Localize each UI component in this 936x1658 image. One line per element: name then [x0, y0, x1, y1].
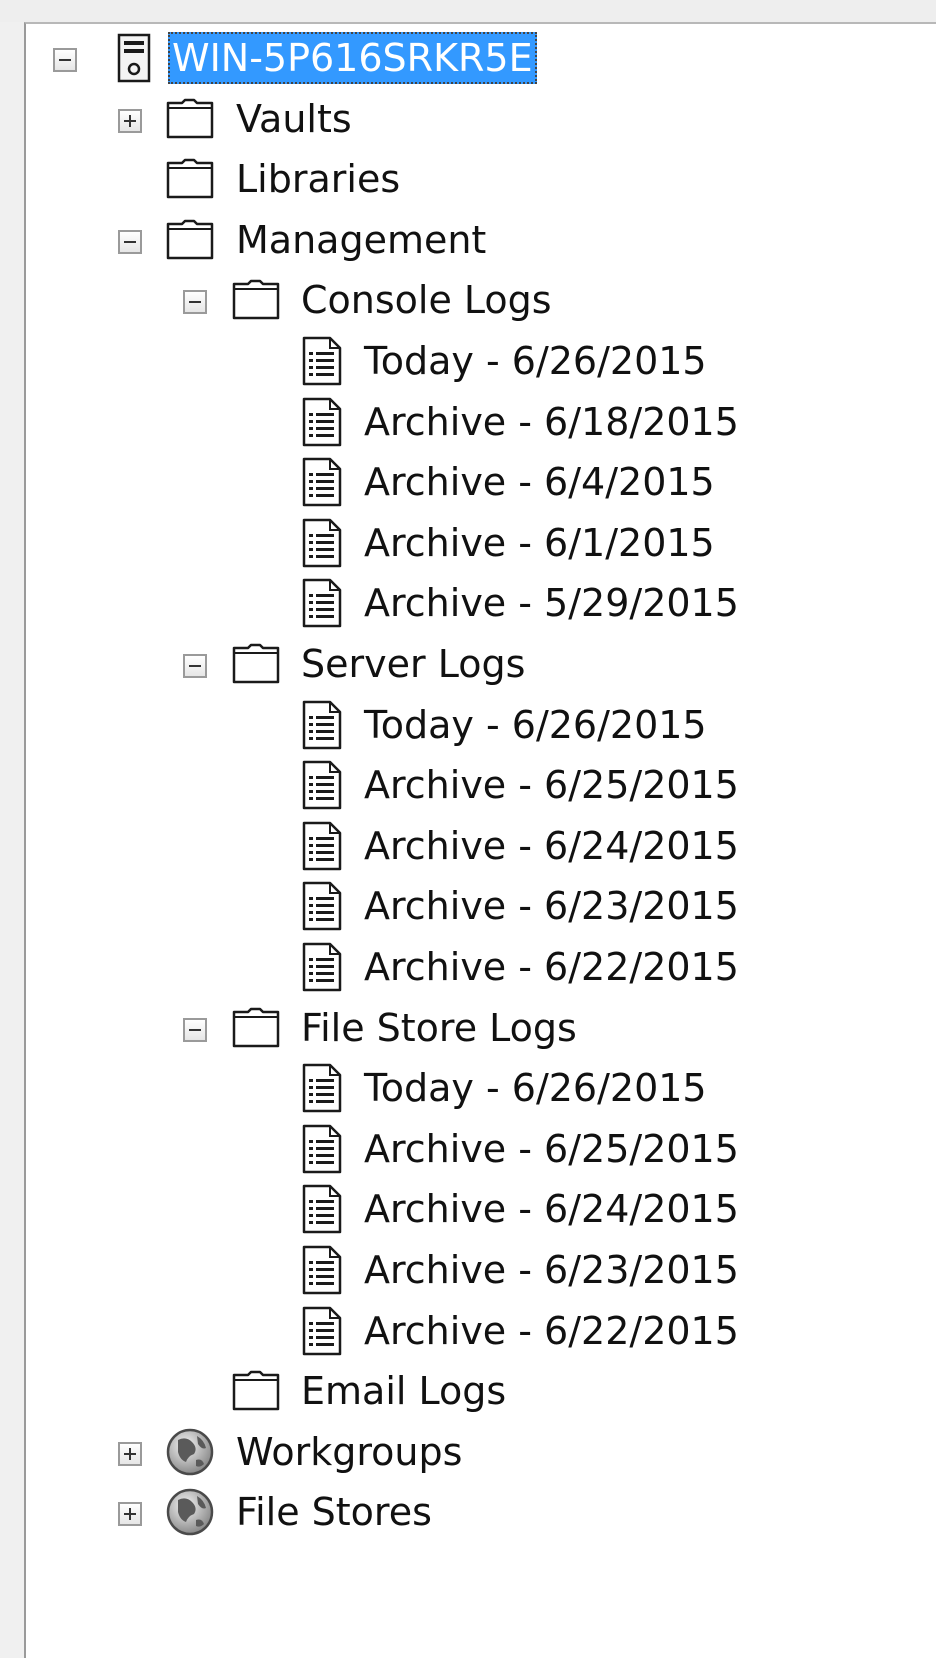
tree-item-log-file[interactable]: Archive - 6/22/2015 [0, 1301, 900, 1361]
log-file-icon [296, 880, 348, 932]
tree-item-log-file[interactable]: Today - 6/26/2015 [0, 695, 900, 755]
tree-item-log-file[interactable]: Archive - 6/23/2015 [0, 876, 900, 936]
collapse-icon[interactable] [183, 290, 207, 314]
expand-icon[interactable] [118, 109, 142, 133]
folder-icon [230, 274, 282, 326]
tree-item-label: Workgroups [236, 1430, 463, 1474]
tree-item-log-file[interactable]: Archive - 6/22/2015 [0, 937, 900, 997]
folder-icon [164, 214, 216, 266]
tree-item-label: File Stores [236, 1490, 432, 1534]
expand-icon[interactable] [118, 1502, 142, 1526]
tree-item-label: Today - 6/26/2015 [364, 339, 707, 383]
tree-item-log-file[interactable]: Today - 6/26/2015 [0, 331, 900, 391]
log-file-icon [296, 699, 348, 751]
log-file-icon [296, 820, 348, 872]
tree-item-label: Server Logs [301, 642, 526, 686]
tree-item-label: Libraries [236, 157, 401, 201]
globe-icon [164, 1486, 216, 1538]
tree-item-workgroups[interactable]: Workgroups [0, 1422, 900, 1482]
log-file-icon [296, 1123, 348, 1175]
tree-item-libraries[interactable]: Libraries [0, 149, 900, 209]
collapse-icon[interactable] [53, 48, 77, 72]
tree-item-label: Archive - 6/1/2015 [364, 521, 715, 565]
log-file-icon [296, 1244, 348, 1296]
collapse-icon[interactable] [183, 654, 207, 678]
tree-item-label: Today - 6/26/2015 [364, 1066, 707, 1110]
folder-icon [230, 1002, 282, 1054]
tree-item-log-file[interactable]: Archive - 6/25/2015 [0, 755, 900, 815]
log-file-icon [296, 335, 348, 387]
tree-item-label: Archive - 5/29/2015 [364, 581, 739, 625]
tree-item-label: WIN-5P616SRKR5E [168, 32, 537, 84]
tree-item-label: Archive - 6/25/2015 [364, 763, 739, 807]
tree-item-console-logs[interactable]: Console Logs [0, 270, 900, 330]
tree-item-server-logs[interactable]: Server Logs [0, 634, 900, 694]
tree-item-log-file[interactable]: Archive - 6/23/2015 [0, 1240, 900, 1300]
window-top-strip [0, 0, 936, 22]
log-file-icon [296, 759, 348, 811]
tree-item-vaults[interactable]: Vaults [0, 89, 900, 149]
tree-item-file-store-logs[interactable]: File Store Logs [0, 998, 900, 1058]
tree-item-label: Archive - 6/22/2015 [364, 945, 739, 989]
log-file-icon [296, 1062, 348, 1114]
folder-icon [164, 93, 216, 145]
tree-item-log-file[interactable]: Archive - 6/24/2015 [0, 816, 900, 876]
tree-item-label: Archive - 6/24/2015 [364, 1187, 739, 1231]
log-file-icon [296, 577, 348, 629]
tree-item-log-file[interactable]: Archive - 6/1/2015 [0, 513, 900, 573]
globe-icon [164, 1426, 216, 1478]
tree-item-log-file[interactable]: Archive - 6/25/2015 [0, 1119, 900, 1179]
tree-item-root[interactable]: WIN-5P616SRKR5E [0, 28, 900, 88]
tree-item-email-logs[interactable]: Email Logs [0, 1361, 900, 1421]
tree-item-label: Management [236, 218, 487, 262]
log-file-icon [296, 941, 348, 993]
server-icon [108, 32, 160, 84]
collapse-icon[interactable] [118, 230, 142, 254]
log-file-icon [296, 456, 348, 508]
tree-item-label: Today - 6/26/2015 [364, 703, 707, 747]
tree-item-label: Vaults [236, 97, 352, 141]
tree-item-label: Archive - 6/24/2015 [364, 824, 739, 868]
tree-item-log-file[interactable]: Archive - 6/18/2015 [0, 392, 900, 452]
log-file-icon [296, 1183, 348, 1235]
tree-item-label: Email Logs [301, 1369, 507, 1413]
tree-item-label: File Store Logs [301, 1006, 577, 1050]
tree-item-label: Console Logs [301, 278, 552, 322]
tree-item-label: Archive - 6/18/2015 [364, 400, 739, 444]
tree-item-label: Archive - 6/23/2015 [364, 1248, 739, 1292]
tree-item-log-file[interactable]: Archive - 6/4/2015 [0, 452, 900, 512]
log-file-icon [296, 517, 348, 569]
tree-item-label: Archive - 6/25/2015 [364, 1127, 739, 1171]
folder-icon [230, 1365, 282, 1417]
folder-icon [230, 638, 282, 690]
tree-item-log-file[interactable]: Archive - 6/24/2015 [0, 1179, 900, 1239]
tree-item-file-stores[interactable]: File Stores [0, 1482, 900, 1542]
tree-item-label: Archive - 6/23/2015 [364, 884, 739, 928]
tree-item-label: Archive - 6/22/2015 [364, 1309, 739, 1353]
folder-icon [164, 153, 216, 205]
tree-item-log-file[interactable]: Archive - 5/29/2015 [0, 573, 900, 633]
tree-item-log-file[interactable]: Today - 6/26/2015 [0, 1058, 900, 1118]
log-file-icon [296, 1305, 348, 1357]
tree-item-label: Archive - 6/4/2015 [364, 460, 715, 504]
tree-item-management[interactable]: Management [0, 210, 900, 270]
collapse-icon[interactable] [183, 1018, 207, 1042]
log-file-icon [296, 396, 348, 448]
expand-icon[interactable] [118, 1442, 142, 1466]
